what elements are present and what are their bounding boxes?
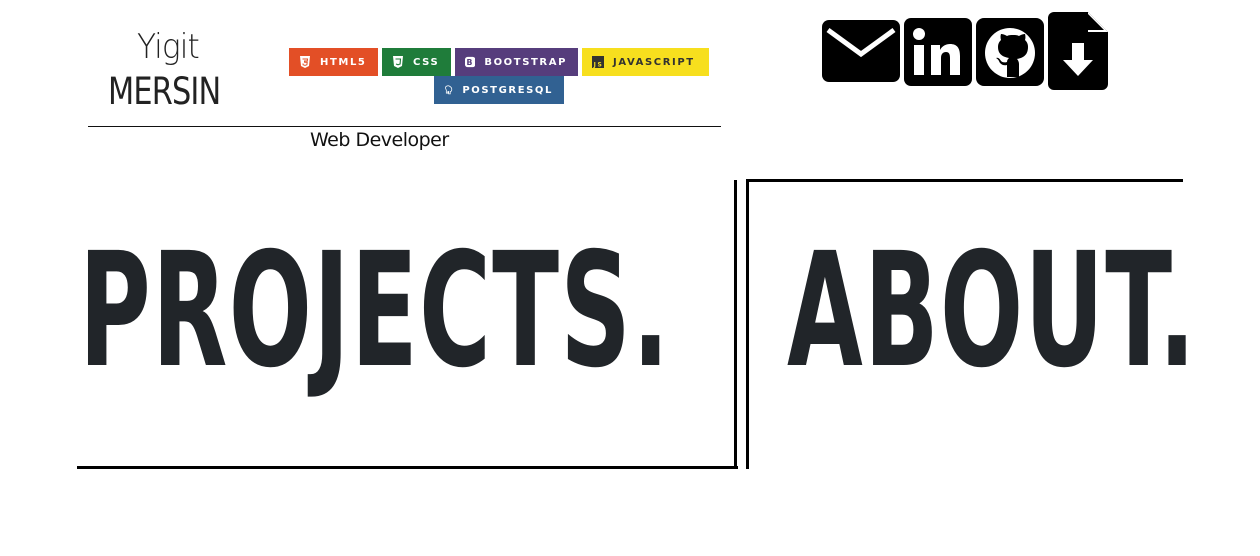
html5-icon — [300, 56, 310, 68]
projects-border-right — [734, 180, 737, 469]
tech-badges: HTML5 CSS B BOOTSTRAP JS JAVASCRIPT — [289, 48, 709, 76]
javascript-badge-label: JAVASCRIPT — [613, 56, 695, 68]
projects-heading[interactable]: PROJECTS. — [79, 232, 671, 390]
postgresql-badge-label: POSTGRESQL — [462, 84, 553, 96]
github-icon[interactable] — [976, 18, 1044, 91]
header-divider — [88, 126, 721, 127]
name-last: MERSIN — [108, 70, 221, 113]
tech-badges-row2: POSTGRESQL — [434, 76, 564, 104]
linkedin-icon[interactable] — [904, 18, 972, 91]
css-badge-label: CSS — [413, 56, 440, 68]
about-border-top — [746, 179, 1183, 182]
postgresql-icon — [445, 85, 453, 95]
javascript-icon: JS — [592, 56, 604, 68]
bootstrap-icon: B — [465, 56, 476, 68]
bootstrap-badge-label: BOOTSTRAP — [484, 56, 567, 68]
name-first: Yigit — [137, 27, 200, 67]
svg-text:B: B — [467, 58, 474, 67]
about-heading[interactable]: ABOUT. — [787, 232, 1197, 390]
subtitle: Web Developer — [310, 129, 449, 151]
mail-icon[interactable] — [822, 20, 900, 87]
svg-text:JS: JS — [593, 62, 604, 69]
postgresql-badge: POSTGRESQL — [434, 76, 564, 104]
html5-badge: HTML5 — [289, 48, 378, 76]
download-file-icon[interactable] — [1048, 12, 1108, 95]
javascript-badge: JS JAVASCRIPT — [582, 48, 709, 76]
html5-badge-label: HTML5 — [320, 56, 367, 68]
bootstrap-badge: B BOOTSTRAP — [455, 48, 578, 76]
about-border-left — [746, 179, 749, 469]
css3-icon — [393, 56, 403, 68]
css-badge: CSS — [382, 48, 451, 76]
projects-border-bottom — [77, 466, 738, 469]
